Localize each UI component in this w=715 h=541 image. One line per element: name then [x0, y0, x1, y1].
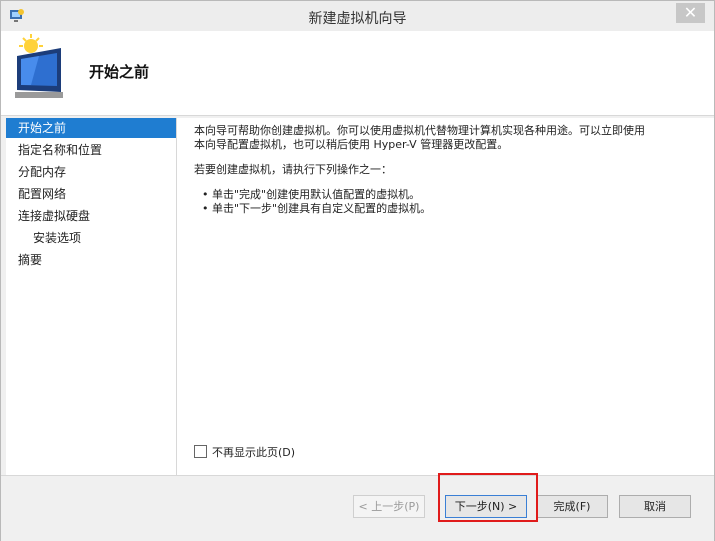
previous-button[interactable]: < 上一步(P) — [353, 495, 425, 518]
instruction-text: 若要创建虚拟机，请执行下列操作之一： — [194, 163, 392, 176]
nav-step-label: 连接虚拟硬盘 — [18, 209, 91, 223]
title-bar: 新建虚拟机向导 ✕ — [1, 1, 714, 31]
dont-show-again-checkbox[interactable] — [194, 445, 207, 458]
nav-step-label: 配置网络 — [18, 187, 67, 201]
close-button[interactable]: ✕ — [676, 3, 705, 23]
nav-step-name-location[interactable]: 指定名称和位置 — [6, 140, 176, 160]
wizard-content: 本向导可帮助你创建虚拟机。你可以使用虚拟机代替物理计算机实现各种用途。可以立即使… — [177, 118, 714, 475]
nav-step-before-you-begin[interactable]: 开始之前 — [6, 118, 176, 138]
nav-step-label: 开始之前 — [18, 121, 67, 135]
bullet-next: • 单击"下一步"创建具有自定义配置的虚拟机。 — [202, 202, 432, 215]
intro-line-2: 本向导配置虚拟机，也可以稍后使用 Hyper-V 管理器更改配置。 — [194, 138, 509, 151]
nav-step-label: 摘要 — [18, 253, 43, 267]
nav-step-virtual-disk[interactable]: 连接虚拟硬盘 — [6, 206, 176, 226]
bullet-finish: • 单击"完成"创建使用默认值配置的虚拟机。 — [202, 188, 421, 201]
intro-line-1: 本向导可帮助你创建虚拟机。你可以使用虚拟机代替物理计算机实现各种用途。可以立即使… — [194, 124, 645, 137]
next-button-highlight — [438, 473, 538, 522]
nav-step-install-options[interactable]: 安装选项 — [6, 228, 176, 248]
dont-show-again-label[interactable]: 不再显示此页(D) — [212, 444, 295, 460]
new-vm-wizard-icon — [11, 34, 69, 100]
nav-step-summary[interactable]: 摘要 — [6, 250, 176, 270]
wizard-window: 新建虚拟机向导 ✕ 开始之前 开始之前 指定名称和位置 分配内存 配置网络 连接… — [0, 0, 715, 541]
cancel-button[interactable]: 取消 — [619, 495, 691, 518]
nav-step-label: 指定名称和位置 — [18, 143, 103, 157]
nav-step-memory[interactable]: 分配内存 — [6, 162, 176, 182]
nav-step-networking[interactable]: 配置网络 — [6, 184, 176, 204]
finish-button[interactable]: 完成(F) — [536, 495, 608, 518]
wizard-header: 开始之前 — [1, 31, 714, 116]
wizard-footer: < 上一步(P) 下一步(N) > 完成(F) 取消 — [1, 475, 714, 541]
close-icon: ✕ — [683, 3, 698, 22]
nav-step-label: 分配内存 — [18, 165, 67, 179]
window-title: 新建虚拟机向导 — [308, 11, 407, 27]
page-title: 开始之前 — [89, 63, 150, 81]
wizard-steps-nav: 开始之前 指定名称和位置 分配内存 配置网络 连接虚拟硬盘 安装选项 摘要 — [6, 118, 177, 475]
nav-step-label: 安装选项 — [33, 231, 82, 245]
